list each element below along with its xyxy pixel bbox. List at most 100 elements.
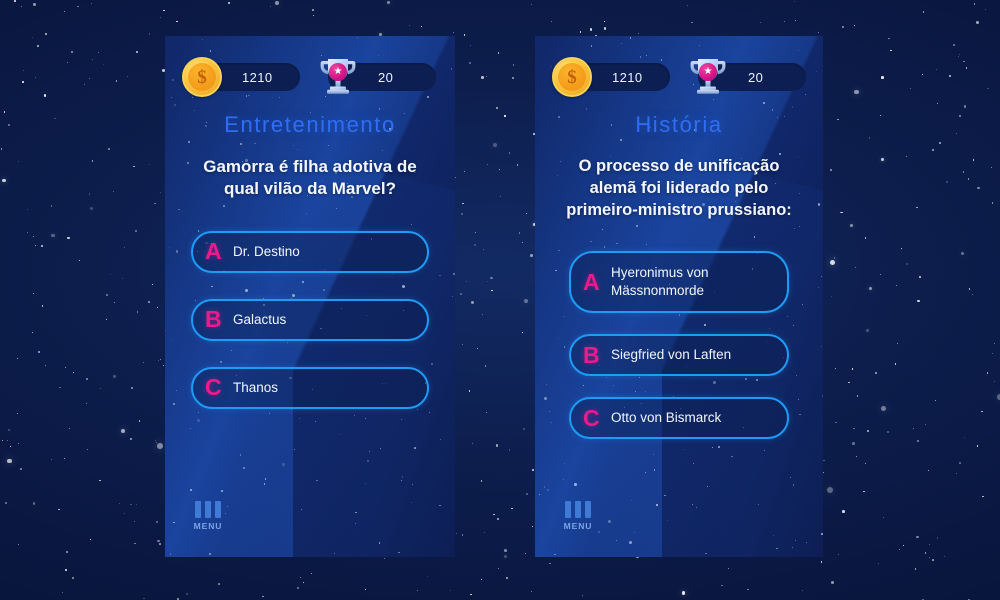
star [499, 195, 501, 197]
star [156, 521, 158, 523]
star [835, 368, 837, 370]
answer-option-c[interactable]: C Otto von Bismarck [569, 397, 789, 440]
star [728, 568, 730, 570]
menu-button[interactable]: MENU [185, 501, 231, 531]
answer-option-a[interactable]: A Hyeronimus von Mässnonmorde [569, 251, 789, 314]
star [32, 502, 35, 505]
answer-option-c[interactable]: C Thanos [191, 366, 429, 409]
star [856, 395, 858, 397]
coins-stat-pill[interactable]: $ 1210 [552, 57, 670, 97]
star [924, 552, 927, 554]
star [113, 191, 114, 193]
answer-option-a[interactable]: A Dr. Destino [191, 230, 429, 273]
star [163, 9, 165, 11]
star [471, 301, 474, 304]
star [90, 538, 92, 540]
star [486, 75, 488, 77]
star [888, 37, 890, 40]
star [26, 208, 29, 211]
star [148, 33, 151, 35]
star [449, 589, 452, 592]
answer-option-label: Otto von Bismarck [611, 410, 722, 426]
star [531, 4, 533, 6]
star [830, 168, 832, 171]
star [721, 584, 723, 587]
star [88, 77, 90, 80]
star [909, 87, 911, 89]
star [958, 53, 961, 55]
star [497, 52, 500, 54]
star [589, 28, 593, 31]
star [935, 400, 937, 402]
star [919, 275, 922, 278]
star [408, 24, 411, 27]
star [878, 563, 880, 564]
star [968, 288, 971, 291]
star [37, 45, 40, 48]
star [579, 31, 582, 33]
star [54, 117, 56, 119]
menu-bars-icon [555, 501, 601, 518]
star [90, 207, 94, 211]
star [747, 588, 749, 591]
answer-option-b[interactable]: B Siegfried von Laften [569, 334, 789, 377]
star [32, 292, 34, 295]
trophies-stat-pill[interactable]: ★ 20 [690, 59, 806, 94]
star [484, 365, 486, 367]
answer-option-b[interactable]: B Galactus [191, 298, 429, 341]
star [863, 490, 865, 493]
star [469, 44, 472, 47]
star [64, 10, 66, 12]
star [59, 386, 61, 389]
star [108, 148, 110, 150]
trophy-star-glyph: ★ [333, 66, 343, 77]
star [91, 58, 93, 60]
star [509, 152, 511, 154]
star [917, 440, 919, 442]
star [794, 19, 796, 21]
star [854, 266, 857, 269]
star [426, 576, 428, 578]
star [551, 21, 553, 23]
star [932, 149, 934, 151]
star [50, 205, 53, 207]
star [157, 443, 163, 449]
star [974, 3, 976, 5]
star [962, 171, 965, 173]
star [831, 295, 833, 297]
star [482, 249, 484, 251]
star [470, 593, 472, 596]
star [310, 572, 312, 574]
trophies-stat-pill[interactable]: ★ 20 [320, 59, 436, 94]
star [8, 124, 10, 126]
star [41, 305, 43, 307]
star [823, 459, 825, 462]
trophy-icon: ★ [316, 52, 360, 98]
star [420, 25, 423, 28]
star [991, 352, 993, 354]
star [106, 319, 108, 321]
menu-button[interactable]: MENU [555, 501, 601, 531]
coins-stat-pill[interactable]: $ 1210 [182, 57, 300, 97]
star [532, 526, 534, 528]
star [916, 206, 918, 208]
star [917, 299, 920, 302]
trophy-star-badge: ★ [699, 63, 717, 81]
star [65, 569, 67, 571]
star [526, 212, 528, 215]
star [455, 533, 457, 535]
star [98, 52, 100, 54]
star [511, 76, 515, 80]
coin-glyph: $ [567, 66, 577, 88]
star [14, 0, 16, 2]
star [480, 480, 483, 482]
star [905, 262, 909, 265]
star [103, 63, 105, 65]
star [831, 580, 834, 584]
star [835, 421, 837, 424]
star [42, 305, 44, 306]
star [41, 245, 44, 247]
star [461, 534, 464, 536]
star [982, 495, 984, 498]
star [936, 537, 939, 539]
